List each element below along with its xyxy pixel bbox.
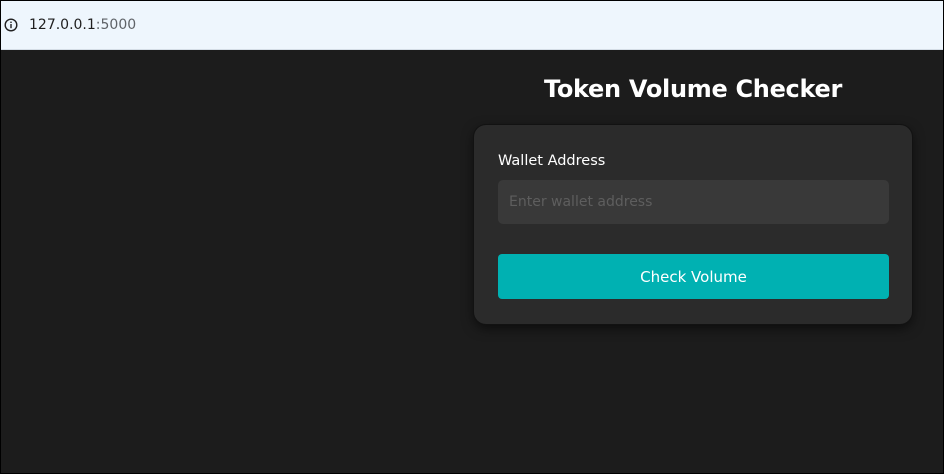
page-content: Token Volume Checker Wallet Address Chec… bbox=[1, 51, 943, 473]
info-icon[interactable] bbox=[4, 18, 18, 32]
wallet-address-input[interactable] bbox=[498, 180, 889, 224]
address-bar[interactable]: 127.0.0.1:5000 bbox=[1, 1, 943, 50]
volume-form-card: Wallet Address Check Volume bbox=[474, 125, 912, 324]
url-host: 127.0.0.1 bbox=[29, 17, 96, 33]
url-text[interactable]: 127.0.0.1:5000 bbox=[29, 17, 136, 33]
check-volume-button[interactable]: Check Volume bbox=[498, 254, 889, 299]
wallet-address-label: Wallet Address bbox=[498, 153, 606, 169]
page-title: Token Volume Checker bbox=[543, 75, 843, 103]
browser-window: 127.0.0.1:5000 Token Volume Checker Wall… bbox=[0, 0, 944, 474]
url-port: :5000 bbox=[95, 17, 137, 33]
